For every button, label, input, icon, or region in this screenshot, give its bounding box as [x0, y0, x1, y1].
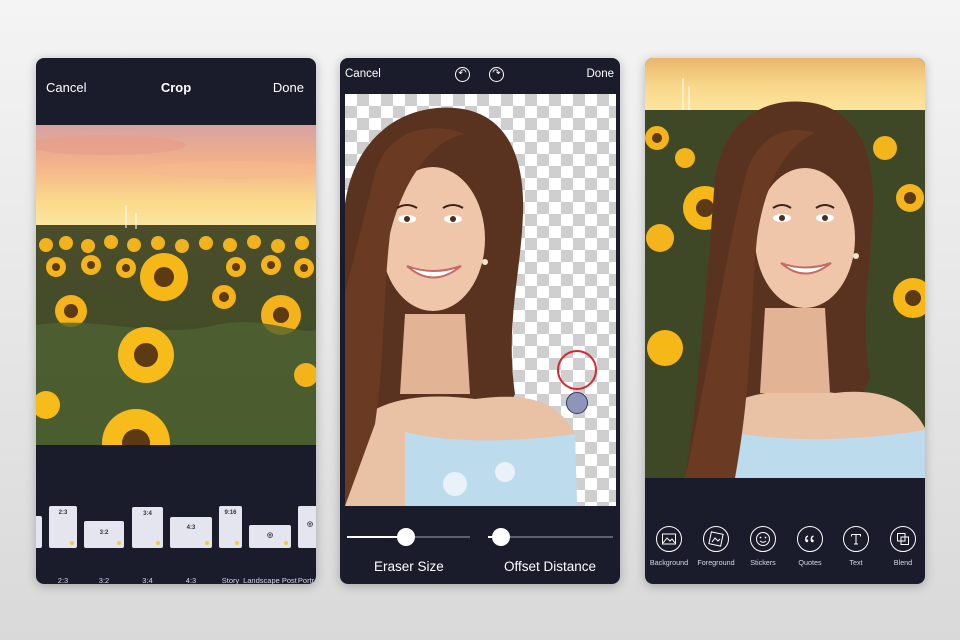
- ratio-option[interactable]: 3:4 3:4: [132, 498, 163, 584]
- text-icon: [851, 534, 861, 545]
- eraser-offset-handle[interactable]: [566, 392, 588, 414]
- stickers-icon: [756, 532, 770, 546]
- offset-distance-label: Offset Distance: [504, 559, 597, 574]
- ratio-thumbnail: ◎: [249, 525, 291, 548]
- ratio-thumbnail: 2:3: [49, 506, 77, 548]
- done-button[interactable]: Done: [587, 68, 615, 80]
- composite-photo[interactable]: [645, 58, 925, 478]
- blend-icon: [897, 533, 909, 545]
- crop-top-bar: Cancel Crop Done: [36, 58, 316, 116]
- blend-tool[interactable]: Blend: [875, 526, 925, 567]
- portrait-cutout: [345, 107, 577, 506]
- eraser-size-thumb[interactable]: [397, 528, 416, 546]
- ratio-option[interactable]: ◎ Landscape Post: [243, 498, 297, 584]
- quotes-icon: [805, 535, 814, 543]
- ratio-thumbnail: 3:2: [84, 521, 124, 548]
- eraser-screen: Cancel ↶ ↷ Done Eraser Size Offset Dista…: [340, 58, 620, 584]
- ratio-label: Landscape Post: [243, 576, 297, 584]
- ratio-option[interactable]: 9:16 Story: [219, 498, 242, 584]
- background-icon: [662, 533, 676, 545]
- eraser-size-label: Eraser Size: [374, 559, 444, 574]
- ratio-thumbnail: 3:4: [132, 507, 163, 548]
- undo-icon[interactable]: ↶: [455, 67, 470, 82]
- ratio-thumbnail: 9:16: [219, 506, 242, 548]
- offset-distance-slider[interactable]: [488, 528, 613, 546]
- crop-screen: Cancel Crop Done 2:3 2:3 3:2 3:2 3:4 3:4…: [36, 58, 316, 584]
- eraser-top-bar: Cancel ↶ ↷ Done: [340, 58, 620, 94]
- tool-label: Blend: [893, 558, 913, 567]
- ratio-option[interactable]: 2:3 2:3: [49, 498, 77, 584]
- aspect-ratio-strip: 2:3 2:3 3:2 3:2 3:4 3:4 4:3 4:3 9:16 Sto…: [36, 498, 316, 584]
- cancel-button[interactable]: Cancel: [345, 68, 381, 80]
- offset-distance-thumb[interactable]: [491, 528, 510, 546]
- instagram-icon: ◎: [306, 521, 314, 528]
- ratio-option[interactable]: 4:3 4:3: [170, 498, 212, 584]
- ratio-option[interactable]: 3:2 3:2: [84, 498, 124, 584]
- ratio-thumbnail: ◎: [298, 506, 316, 548]
- ratio-thumbnail: [36, 516, 42, 548]
- ratio-thumbnail: 4:3: [170, 517, 212, 548]
- redo-icon[interactable]: ↷: [489, 67, 504, 82]
- done-button[interactable]: Done: [273, 80, 304, 95]
- foreground-icon: [708, 531, 724, 547]
- eraser-brush-ring[interactable]: [557, 350, 597, 390]
- eraser-canvas[interactable]: [345, 94, 616, 506]
- ratio-option[interactable]: ◎ Portrait Po: [298, 498, 316, 584]
- sunflower-field-photo[interactable]: [36, 125, 316, 445]
- instagram-icon: ◎: [266, 532, 274, 539]
- ratio-label: Portrait Po: [297, 576, 316, 584]
- result-screen: Background Foreground Stickers Quotes Te…: [645, 58, 925, 584]
- eraser-size-slider[interactable]: [347, 528, 470, 546]
- ratio-option[interactable]: [36, 498, 42, 584]
